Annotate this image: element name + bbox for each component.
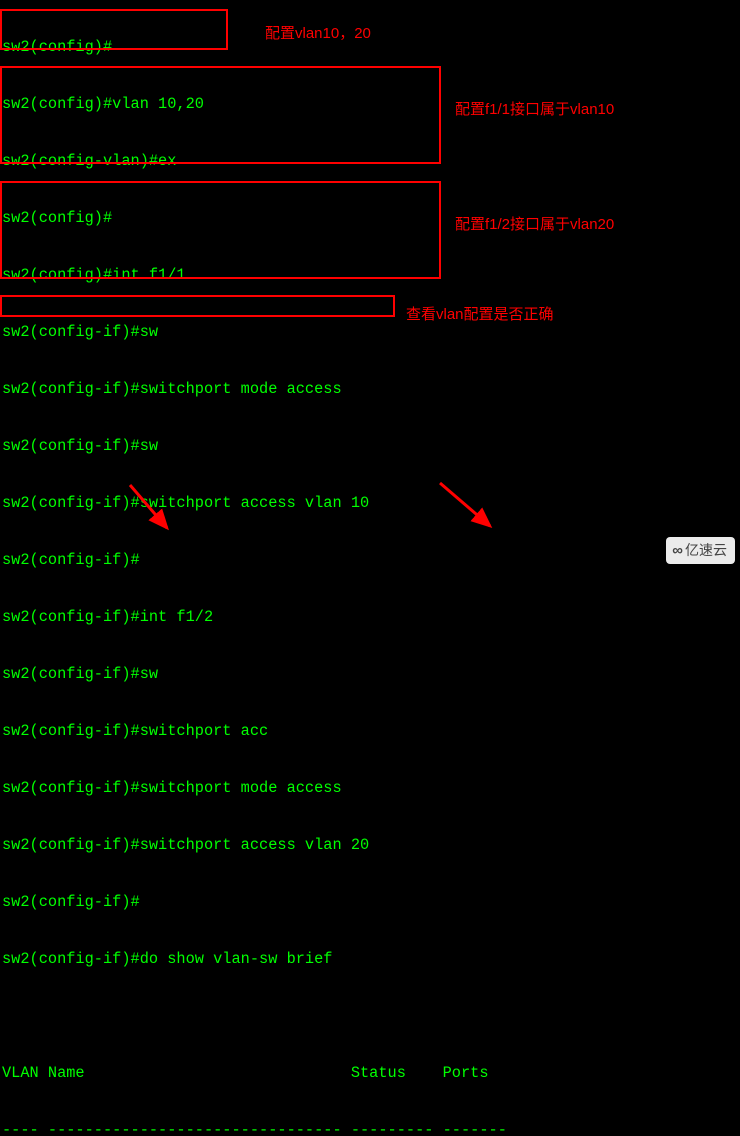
cli-line: sw2(config)#vlan 10,20	[2, 95, 738, 114]
cli-line: sw2(config)#	[2, 209, 738, 228]
watermark-text: 亿速云	[685, 541, 727, 560]
cli-line: sw2(config-if)#int f1/2	[2, 608, 738, 627]
cli-line: sw2(config)#int f1/1	[2, 266, 738, 285]
cli-line: sw2(config-if)#do show vlan-sw brief	[2, 950, 738, 969]
watermark-logo: ∞ 亿速云	[666, 537, 735, 564]
cli-line: sw2(config-if)#sw	[2, 323, 738, 342]
cli-line: sw2(config-if)#	[2, 551, 738, 570]
cli-line: sw2(config-if)#sw	[2, 665, 738, 684]
cli-line	[2, 1007, 738, 1026]
annotation-show-vlan: 查看vlan配置是否正确	[406, 305, 554, 324]
cli-line: sw2(config-if)#switchport mode access	[2, 380, 738, 399]
terminal-output[interactable]: sw2(config)# sw2(config)#vlan 10,20 sw2(…	[0, 0, 740, 1136]
cli-line: ---- -------------------------------- --…	[2, 1121, 738, 1136]
annotation-vlan-config: 配置vlan10，20	[265, 24, 371, 43]
annotation-f1-2: 配置f1/2接口属于vlan20	[455, 215, 614, 234]
annotation-f1-1: 配置f1/1接口属于vlan10	[455, 100, 614, 119]
cli-line: sw2(config-if)#switchport access vlan 20	[2, 836, 738, 855]
cli-line: sw2(config-if)#switchport mode access	[2, 779, 738, 798]
cli-line: sw2(config-if)#	[2, 893, 738, 912]
cli-line: sw2(config-if)#sw	[2, 437, 738, 456]
cli-line: sw2(config-vlan)#ex	[2, 152, 738, 171]
cloud-icon: ∞	[672, 541, 681, 560]
cli-line: sw2(config-if)#switchport access vlan 10	[2, 494, 738, 513]
cli-line: sw2(config-if)#switchport acc	[2, 722, 738, 741]
cli-line: VLAN Name Status Ports	[2, 1064, 738, 1083]
